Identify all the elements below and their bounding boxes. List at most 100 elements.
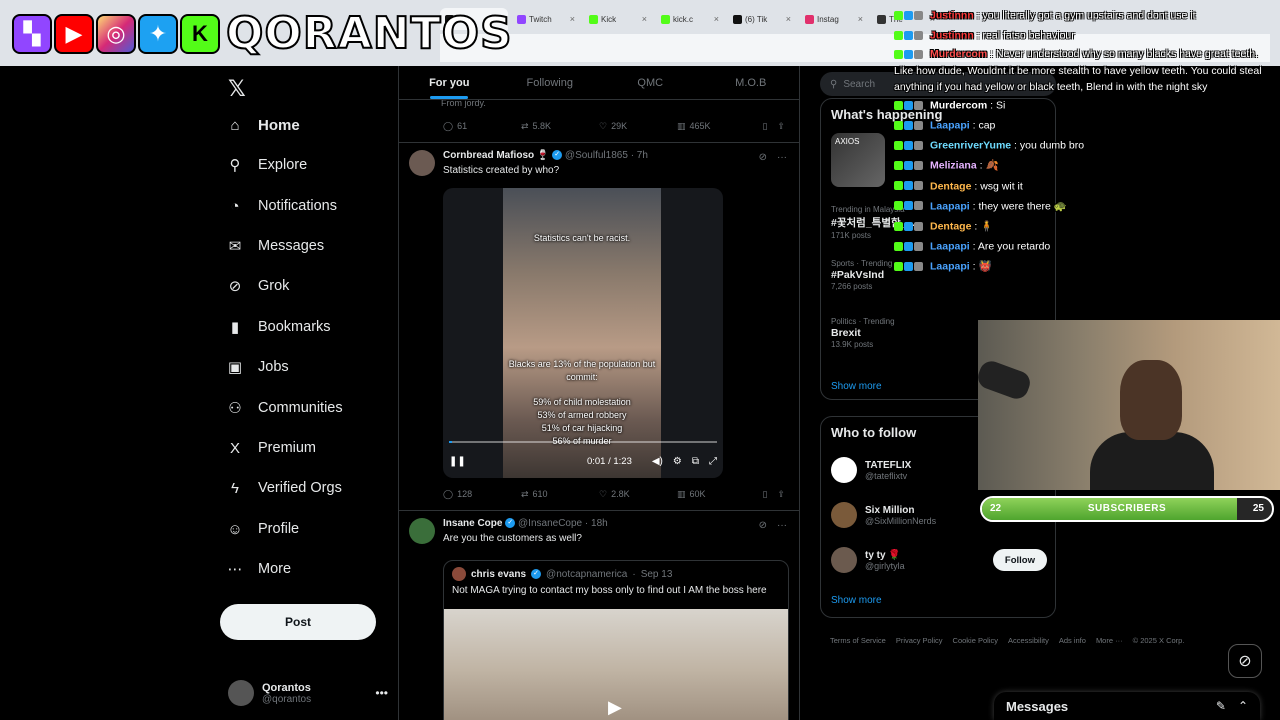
sidebar-item-label: Premium — [258, 440, 317, 456]
chat-badges-icon — [894, 156, 930, 176]
author-name[interactable]: Insane Cope — [443, 518, 502, 529]
chat-badges-icon — [894, 6, 930, 26]
close-icon[interactable]: × — [714, 14, 719, 24]
fullscreen-icon[interactable]: ⤢ — [709, 456, 717, 467]
sidebar-item-communities[interactable]: ⚇ Communities — [226, 393, 342, 423]
settings-gear-icon[interactable]: ⚙ — [673, 456, 682, 467]
tab-following[interactable]: Following — [500, 66, 601, 99]
post-time[interactable]: 18h — [591, 518, 608, 529]
expand-icon[interactable]: ⌃ — [1238, 699, 1248, 713]
sidebar-item-jobs[interactable]: ▣ Jobs — [226, 352, 289, 382]
quote-video-thumbnail[interactable]: ▶ — [444, 609, 788, 720]
browser-tab[interactable]: Instag × — [800, 8, 868, 30]
show-more-link[interactable]: Show more — [831, 595, 882, 606]
repost-button[interactable]: ⇄ 5.8K — [521, 121, 599, 132]
bookmark-icon[interactable]: ▯ — [763, 489, 768, 500]
author-handle[interactable]: @InsaneCope — [518, 518, 582, 529]
views-button[interactable]: ▥ 465K — [677, 121, 755, 132]
sidebar-item-more[interactable]: ⋯ More — [226, 554, 292, 584]
repost-icon: ⇄ — [521, 488, 529, 499]
like-count: 2.8K — [611, 489, 630, 499]
footer-link[interactable]: Privacy Policy — [896, 636, 943, 645]
sidebar-item-bookmarks[interactable]: ▮ Bookmarks — [226, 312, 331, 342]
share-icon[interactable]: ⇪ — [777, 121, 785, 132]
volume-icon[interactable]: ◀) — [652, 456, 663, 467]
stream-overlay-logo: ▚ ▶ ◎ ✦ K QORANTOS — [12, 9, 513, 59]
author-name[interactable]: Cornbread Mafioso — [443, 150, 534, 161]
chat-message: Justinnn : real fatso behaviour — [894, 26, 1280, 46]
new-message-icon[interactable]: ✎ — [1216, 699, 1226, 713]
sidebar-item-grok[interactable]: ⊘ Grok — [226, 271, 290, 301]
more-icon[interactable]: ··· — [777, 152, 787, 163]
sidebar-item-home[interactable]: ⌂ Home — [226, 110, 299, 140]
author-handle[interactable]: @Soulful1865 — [565, 150, 628, 161]
bookmark-icon[interactable]: ▯ — [763, 121, 768, 132]
share-icon[interactable]: ⇪ — [777, 489, 785, 500]
follow-button[interactable]: Follow — [992, 549, 1047, 571]
x-logo-icon[interactable]: 𝕏 — [228, 76, 246, 102]
footer-link[interactable]: More ··· — [1096, 636, 1123, 645]
play-icon[interactable]: ▶ — [608, 697, 622, 718]
sidebar-item-profile[interactable]: ☺ Profile — [226, 514, 299, 544]
subscriber-label: SUBSCRIBERS — [1087, 503, 1167, 514]
account-switcher[interactable]: Qorantos @qorantos ••• — [228, 678, 388, 708]
footer-link[interactable]: Terms of Service — [830, 636, 886, 645]
browser-tab-label: kick.c — [673, 14, 693, 24]
browser-tab[interactable]: Twitch × — [512, 8, 580, 30]
favicon-icon — [733, 14, 742, 24]
avatar[interactable] — [409, 518, 435, 544]
reply-button[interactable]: ◯ 61 — [443, 121, 521, 132]
avatar[interactable] — [409, 150, 435, 176]
views-button[interactable]: ▥ 60K — [677, 489, 755, 500]
chart-icon: ▥ — [677, 488, 686, 499]
messages-dock[interactable]: Messages ✎ ⌃ — [994, 692, 1260, 720]
sidebar-item-notifications[interactable]: ◔ Notifications — [226, 191, 337, 221]
browser-tab[interactable]: Kick × — [584, 8, 652, 30]
footer-link[interactable]: Ads info — [1059, 636, 1086, 645]
tab-for-you[interactable]: For you — [399, 66, 500, 99]
picture-in-picture-icon[interactable]: ⧉ — [692, 456, 699, 467]
repost-button[interactable]: ⇄ 610 — [521, 489, 599, 500]
tab-qmc[interactable]: QMC — [600, 66, 701, 99]
trend-thumbnail[interactable]: AXIOS — [831, 133, 885, 187]
close-icon[interactable]: × — [570, 14, 575, 24]
video-player[interactable]: Statistics can't be racist. Blacks are 1… — [443, 188, 723, 478]
close-icon[interactable]: × — [858, 14, 863, 24]
chat-message: Justinnn : you literally got a gym upsta… — [894, 6, 1280, 26]
grok-icon[interactable]: ⊘ — [1228, 644, 1262, 678]
more-icon[interactable]: ••• — [375, 686, 388, 700]
chat-text: cap — [978, 119, 996, 132]
close-icon[interactable]: × — [786, 14, 791, 24]
show-more-link[interactable]: Show more — [831, 381, 882, 392]
sidebar-item-explore[interactable]: ⚲ Explore — [226, 150, 308, 180]
microphone — [978, 357, 1034, 403]
quoted-post[interactable]: chris evans ✓ @notcapnamerica · Sep 13 N… — [443, 560, 789, 720]
like-button[interactable]: ♡ 2.8K — [599, 489, 677, 500]
pause-icon[interactable]: ❚❚ — [449, 456, 466, 467]
sidebar-item-premium[interactable]: X Premium — [226, 433, 316, 463]
post-button[interactable]: Post — [220, 604, 376, 640]
reply-icon: ◯ — [443, 488, 454, 499]
footer-link[interactable]: © 2025 X Corp. — [1133, 636, 1185, 645]
grok-icon[interactable]: ⊘ — [759, 152, 767, 163]
chat-username: Justinnn — [930, 29, 974, 42]
footer-link[interactable]: Cookie Policy — [953, 636, 998, 645]
post-time[interactable]: 7h — [637, 150, 648, 161]
grok-icon[interactable]: ⊘ — [759, 520, 767, 531]
browser-tab[interactable]: (6) Tik × — [728, 8, 796, 30]
follow-suggestion[interactable]: ty ty 🌹 @girlytyla Follow — [831, 545, 1047, 575]
verified-badge-icon: ✓ — [505, 518, 516, 529]
close-icon[interactable]: × — [642, 14, 647, 24]
tab-m-o-b[interactable]: M.O.B — [701, 66, 800, 99]
sidebar-item-messages[interactable]: ✉ Messages — [226, 231, 324, 261]
view-count: 465K — [689, 121, 711, 131]
footer-link[interactable]: Accessibility — [1008, 636, 1049, 645]
reply-button[interactable]: ◯ 128 — [443, 489, 521, 500]
suggestion-handle: @SixMillionNerds — [865, 515, 937, 526]
repost-count: 610 — [532, 489, 548, 499]
like-button[interactable]: ♡ 29K — [599, 121, 677, 132]
video-progress-bar[interactable] — [449, 441, 717, 443]
sidebar-item-verified-orgs[interactable]: ϟ Verified Orgs — [226, 473, 342, 503]
more-icon[interactable]: ··· — [777, 520, 787, 531]
browser-tab[interactable]: kick.c × — [656, 8, 724, 30]
